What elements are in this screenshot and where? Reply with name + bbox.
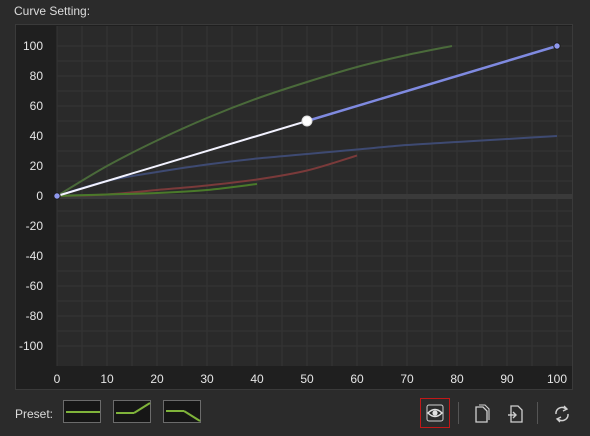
toolbar-divider	[458, 402, 459, 424]
x-tick-label: 0	[54, 372, 61, 386]
x-tick-label: 50	[300, 372, 314, 386]
selected-control-point[interactable]	[301, 115, 313, 127]
preview-button[interactable]	[420, 398, 450, 428]
y-tick-label: 20	[30, 159, 44, 173]
control-point[interactable]	[53, 192, 61, 200]
preset-label: Preset:	[15, 407, 54, 421]
y-tick-label: -40	[26, 249, 44, 263]
toolbar-divider	[537, 402, 538, 424]
y-tick-label: -60	[26, 279, 44, 293]
curve-chart[interactable]: 100 80 60 40 20 0 -20 -40 -60 -80 -100 0 10 20 30 40 50 6…	[16, 25, 572, 389]
copy-button[interactable]	[468, 400, 494, 426]
x-tick-label: 70	[400, 372, 414, 386]
y-tick-label: 100	[23, 39, 43, 53]
refresh-button[interactable]	[548, 400, 574, 426]
copy-icon	[475, 404, 490, 423]
import-button[interactable]	[502, 400, 528, 426]
preset-rising-button[interactable]	[113, 400, 151, 423]
preset-rising-icon	[116, 402, 151, 414]
y-tick-label: -80	[26, 309, 44, 323]
y-tick-label: 0	[36, 189, 43, 203]
eye-icon	[426, 404, 444, 422]
panel-title: Curve Setting:	[14, 4, 91, 18]
x-tick-label: 60	[350, 372, 364, 386]
y-tick-label: 40	[30, 129, 44, 143]
x-tick-label: 20	[150, 372, 164, 386]
preset-falling-button[interactable]	[163, 400, 201, 423]
preset-flat-icon	[66, 411, 100, 413]
preset-falling-icon	[166, 410, 201, 422]
x-tick-label: 40	[250, 372, 264, 386]
x-tick-label: 100	[547, 372, 567, 386]
import-icon	[508, 405, 523, 423]
x-tick-label: 10	[100, 372, 114, 386]
x-tick-label: 80	[450, 372, 464, 386]
x-tick-label: 90	[500, 372, 514, 386]
control-point[interactable]	[553, 42, 561, 50]
y-tick-label: 80	[30, 69, 44, 83]
y-tick-label: -100	[19, 339, 43, 353]
curve-editor[interactable]: 100 80 60 40 20 0 -20 -40 -60 -80 -100 0 10 20 30 40 50 6…	[15, 24, 573, 390]
y-tick-label: -20	[26, 219, 44, 233]
x-tick-label: 30	[200, 372, 214, 386]
refresh-icon	[555, 405, 569, 423]
preset-flat-button[interactable]	[63, 400, 101, 423]
y-tick-label: 60	[30, 99, 44, 113]
